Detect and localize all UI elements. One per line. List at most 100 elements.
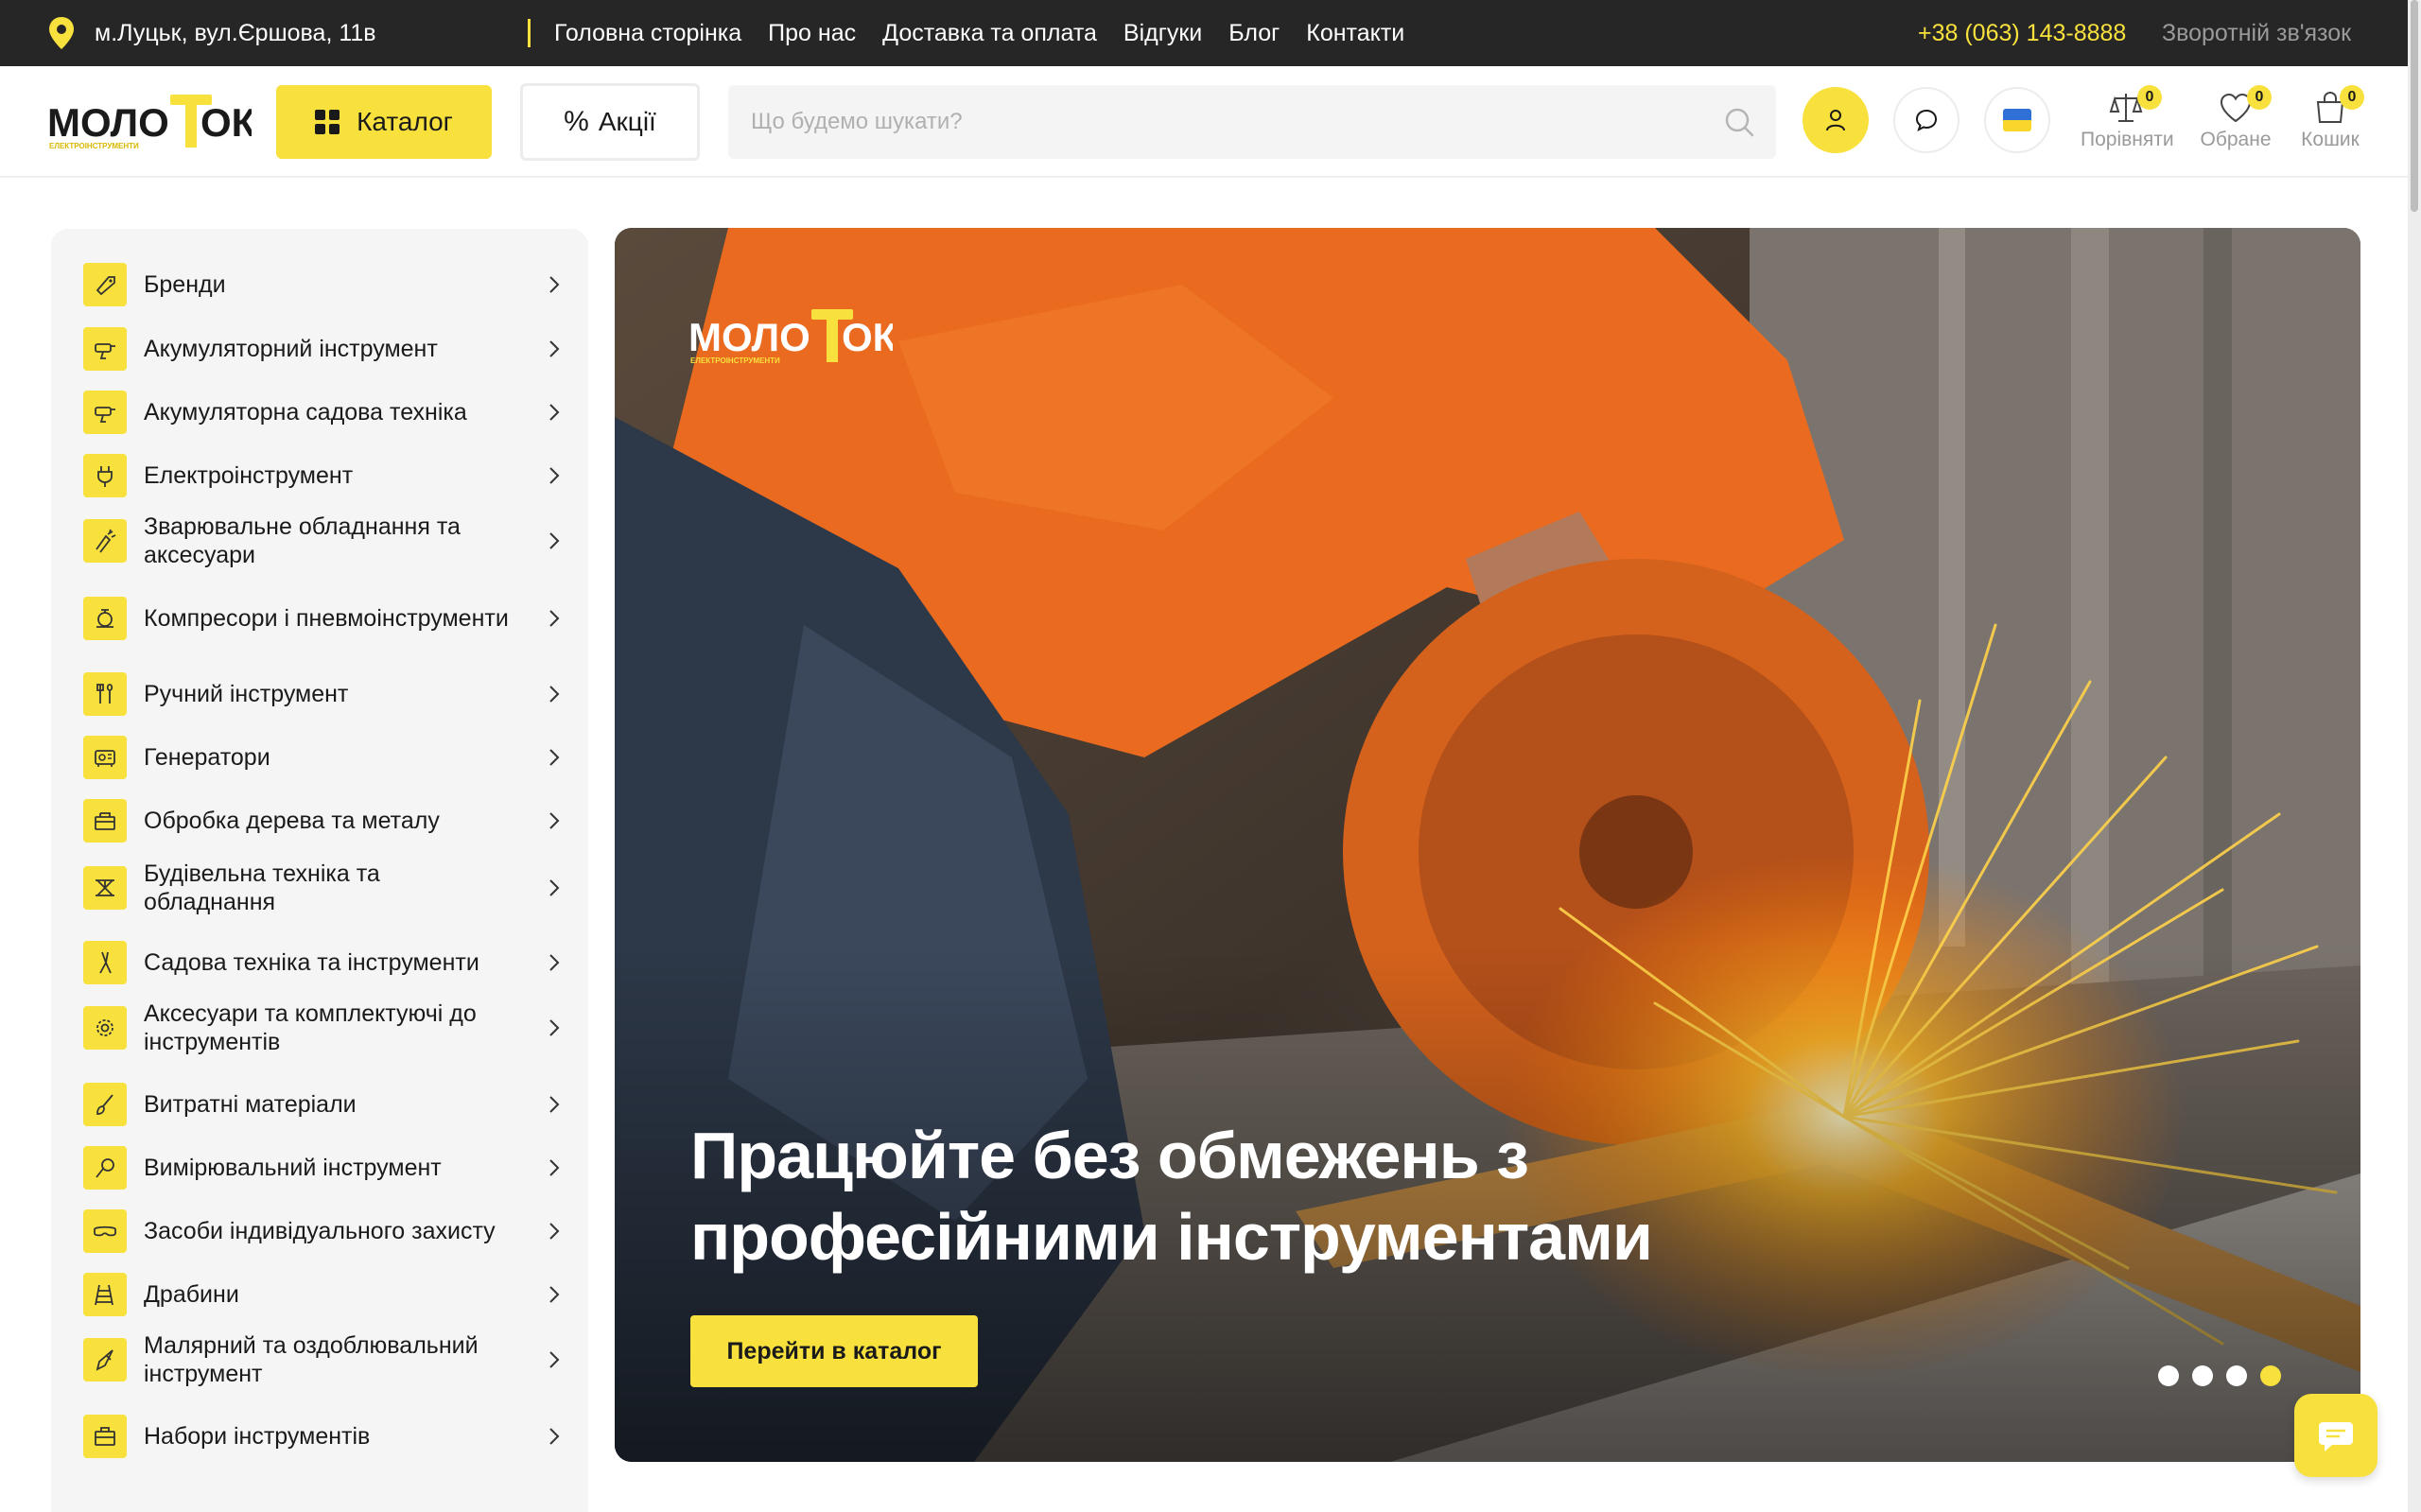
sidebar-item-wood-metal[interactable]: Обробка дерева та металу — [83, 799, 566, 843]
nav-link-blog[interactable]: Блог — [1228, 16, 1280, 50]
feedback-link[interactable]: Зворотній зв'язок — [2162, 16, 2351, 50]
slider-dot-4-active[interactable] — [2260, 1365, 2281, 1386]
hero-title: Працюйте без обмежень з професійними інс… — [690, 1119, 1653, 1274]
location-pin-icon — [49, 17, 74, 49]
nav-link-home[interactable]: Головна сторінка — [554, 16, 741, 50]
ladder-icon — [83, 1273, 127, 1316]
category-sidebar: Бренди Акумуляторний інструмент Акумулят… — [51, 229, 588, 1512]
sidebar-item-ladders[interactable]: Драбини — [83, 1273, 566, 1316]
welding-icon — [83, 519, 127, 563]
chevron-right-icon — [549, 749, 560, 766]
sidebar-item-label: Засоби індивідуального захисту — [144, 1218, 496, 1244]
slider-dot-1[interactable] — [2158, 1365, 2179, 1386]
workbench-icon — [83, 799, 127, 843]
hero-slider[interactable]: МОЛО ОК ЕЛЕКТРОІНСТРУМЕНТИ Працюйте без … — [615, 228, 2360, 1462]
sidebar-item-label: Набори інструментів — [144, 1423, 371, 1450]
gear-icon — [83, 1006, 127, 1050]
chevron-right-icon — [549, 686, 560, 703]
compare-count-badge: 0 — [2137, 85, 2162, 110]
sidebar-item-protection[interactable]: Засоби індивідуального захисту — [83, 1209, 566, 1253]
chevron-right-icon — [549, 404, 560, 421]
language-switcher[interactable] — [1984, 87, 2050, 153]
chevron-right-icon — [549, 879, 560, 896]
compare-button[interactable]: Порівняти 0 — [2081, 85, 2174, 161]
chevron-right-icon — [549, 1019, 560, 1036]
sidebar-item-measuring[interactable]: Вимірювальний інструмент — [83, 1146, 566, 1190]
scrollbar-thumb[interactable] — [2411, 0, 2418, 212]
sidebar-item-garden[interactable]: Садова техніка та інструменти — [83, 941, 566, 984]
hero-logo-text-left: МОЛО — [688, 315, 810, 359]
logo-text-right: ОК — [200, 100, 252, 145]
hero-logo-subtitle: ЕЛЕКТРОІНСТРУМЕНТИ — [690, 356, 780, 365]
slider-dot-3[interactable] — [2226, 1365, 2247, 1386]
sidebar-item-label: Обробка дерева та металу — [144, 808, 440, 834]
go-to-catalog-button[interactable]: Перейти в каталог — [690, 1315, 978, 1387]
sidebar-item-painting[interactable]: Малярний та оздоблювальний інструмент — [83, 1331, 566, 1388]
favorites-count-badge: 0 — [2247, 85, 2272, 110]
sidebar-item-construction[interactable]: Будівельна техніка та обладнання — [83, 860, 566, 916]
favorites-button[interactable]: Обране 0 — [2190, 85, 2281, 161]
sidebar-item-label: Вимірювальний інструмент — [144, 1155, 442, 1181]
search-bar — [728, 85, 1776, 159]
sidebar-item-label: Будівельна техніка та обладнання — [144, 860, 380, 915]
sidebar-item-label: Витратні матеріали — [144, 1091, 357, 1118]
goggles-icon — [83, 1209, 127, 1253]
sidebar-item-tool-sets[interactable]: Набори інструментів — [83, 1415, 566, 1458]
nav-link-delivery[interactable]: Доставка та оплата — [882, 16, 1097, 50]
cart-count-badge: 0 — [2340, 85, 2364, 110]
sidebar-item-welding[interactable]: Зварювальне обладнання та аксесуари — [83, 513, 566, 569]
top-nav: Головна сторінка Про нас Доставка та опл… — [554, 16, 1404, 50]
nav-link-reviews[interactable]: Відгуки — [1123, 16, 1202, 50]
sidebar-item-hand-tools[interactable]: Ручний інструмент — [83, 672, 566, 716]
logo-subtitle: ЕЛЕКТРОІНСТРУМЕНТИ — [49, 142, 139, 150]
chevron-right-icon — [549, 1428, 560, 1445]
sidebar-item-label: Ручний інструмент — [144, 681, 349, 707]
cart-button[interactable]: Кошик 0 — [2285, 85, 2376, 161]
nav-link-about[interactable]: Про нас — [768, 16, 856, 50]
toolbox-icon — [83, 1415, 127, 1458]
live-chat-button[interactable] — [2294, 1394, 2377, 1477]
construction-icon — [83, 866, 127, 910]
promotions-button-label: Акції — [598, 107, 656, 136]
plug-icon — [83, 454, 127, 497]
top-bar: м.Луцьк, вул.Єршова, 11в Головна сторінк… — [0, 0, 2408, 66]
sidebar-item-consumables[interactable]: Витратні матеріали — [83, 1083, 566, 1126]
sidebar-item-label: Аксесуари та комплектуючі до інструменті… — [144, 1000, 477, 1055]
page-scrollbar[interactable] — [2408, 0, 2421, 1512]
messages-button[interactable] — [1893, 87, 1959, 153]
catalog-button[interactable]: Каталог — [276, 85, 492, 159]
promotions-button[interactable]: % Акції — [520, 83, 700, 161]
brand-logo[interactable]: МОЛО ОК ЕЛЕКТРОІНСТРУМЕНТИ — [47, 89, 252, 155]
sidebar-item-power-tools[interactable]: Електроінструмент — [83, 454, 566, 497]
sidebar-item-battery-tools[interactable]: Акумуляторний інструмент — [83, 327, 566, 371]
sidebar-item-label: Компресори і пневмоінструменти — [144, 605, 509, 632]
phone-link[interactable]: +38 (063) 143-8888 — [1918, 16, 2126, 50]
chat-bubble-icon — [1915, 109, 1938, 131]
header: МОЛО ОК ЕЛЕКТРОІНСТРУМЕНТИ Каталог % Акц… — [0, 66, 2408, 178]
chevron-right-icon — [549, 954, 560, 971]
chevron-right-icon — [549, 276, 560, 293]
ukraine-flag-icon — [2003, 109, 2031, 131]
search-input[interactable] — [751, 85, 1659, 159]
search-icon[interactable] — [1723, 106, 1755, 138]
favorites-label: Обране — [2200, 129, 2272, 150]
hero-brand-logo: МОЛО ОК ЕЛЕКТРОІНСТРУМЕНТИ — [688, 309, 893, 365]
store-address[interactable]: м.Луцьк, вул.Єршова, 11в — [47, 16, 376, 50]
account-button[interactable] — [1803, 87, 1869, 153]
sidebar-item-label: Електроінструмент — [144, 462, 354, 489]
sidebar-item-label: Садова техніка та інструменти — [144, 949, 479, 976]
sidebar-item-label: Зварювальне обладнання та аксесуари — [144, 513, 461, 568]
chevron-right-icon — [549, 812, 560, 829]
nav-link-contacts[interactable]: Контакти — [1306, 16, 1404, 50]
chevron-right-icon — [549, 1286, 560, 1303]
sidebar-item-brands[interactable]: Бренди — [83, 263, 566, 306]
catalog-button-label: Каталог — [357, 107, 453, 136]
topbar-divider — [528, 19, 531, 47]
battery-garden-icon — [83, 391, 127, 434]
tag-icon — [83, 263, 127, 306]
sidebar-item-compressors[interactable]: Компресори і пневмоінструменти — [83, 590, 566, 647]
sidebar-item-generators[interactable]: Генератори — [83, 736, 566, 779]
sidebar-item-battery-garden[interactable]: Акумуляторна садова техніка — [83, 391, 566, 434]
slider-dot-2[interactable] — [2192, 1365, 2213, 1386]
sidebar-item-accessories[interactable]: Аксесуари та комплектуючі до інструменті… — [83, 999, 566, 1056]
